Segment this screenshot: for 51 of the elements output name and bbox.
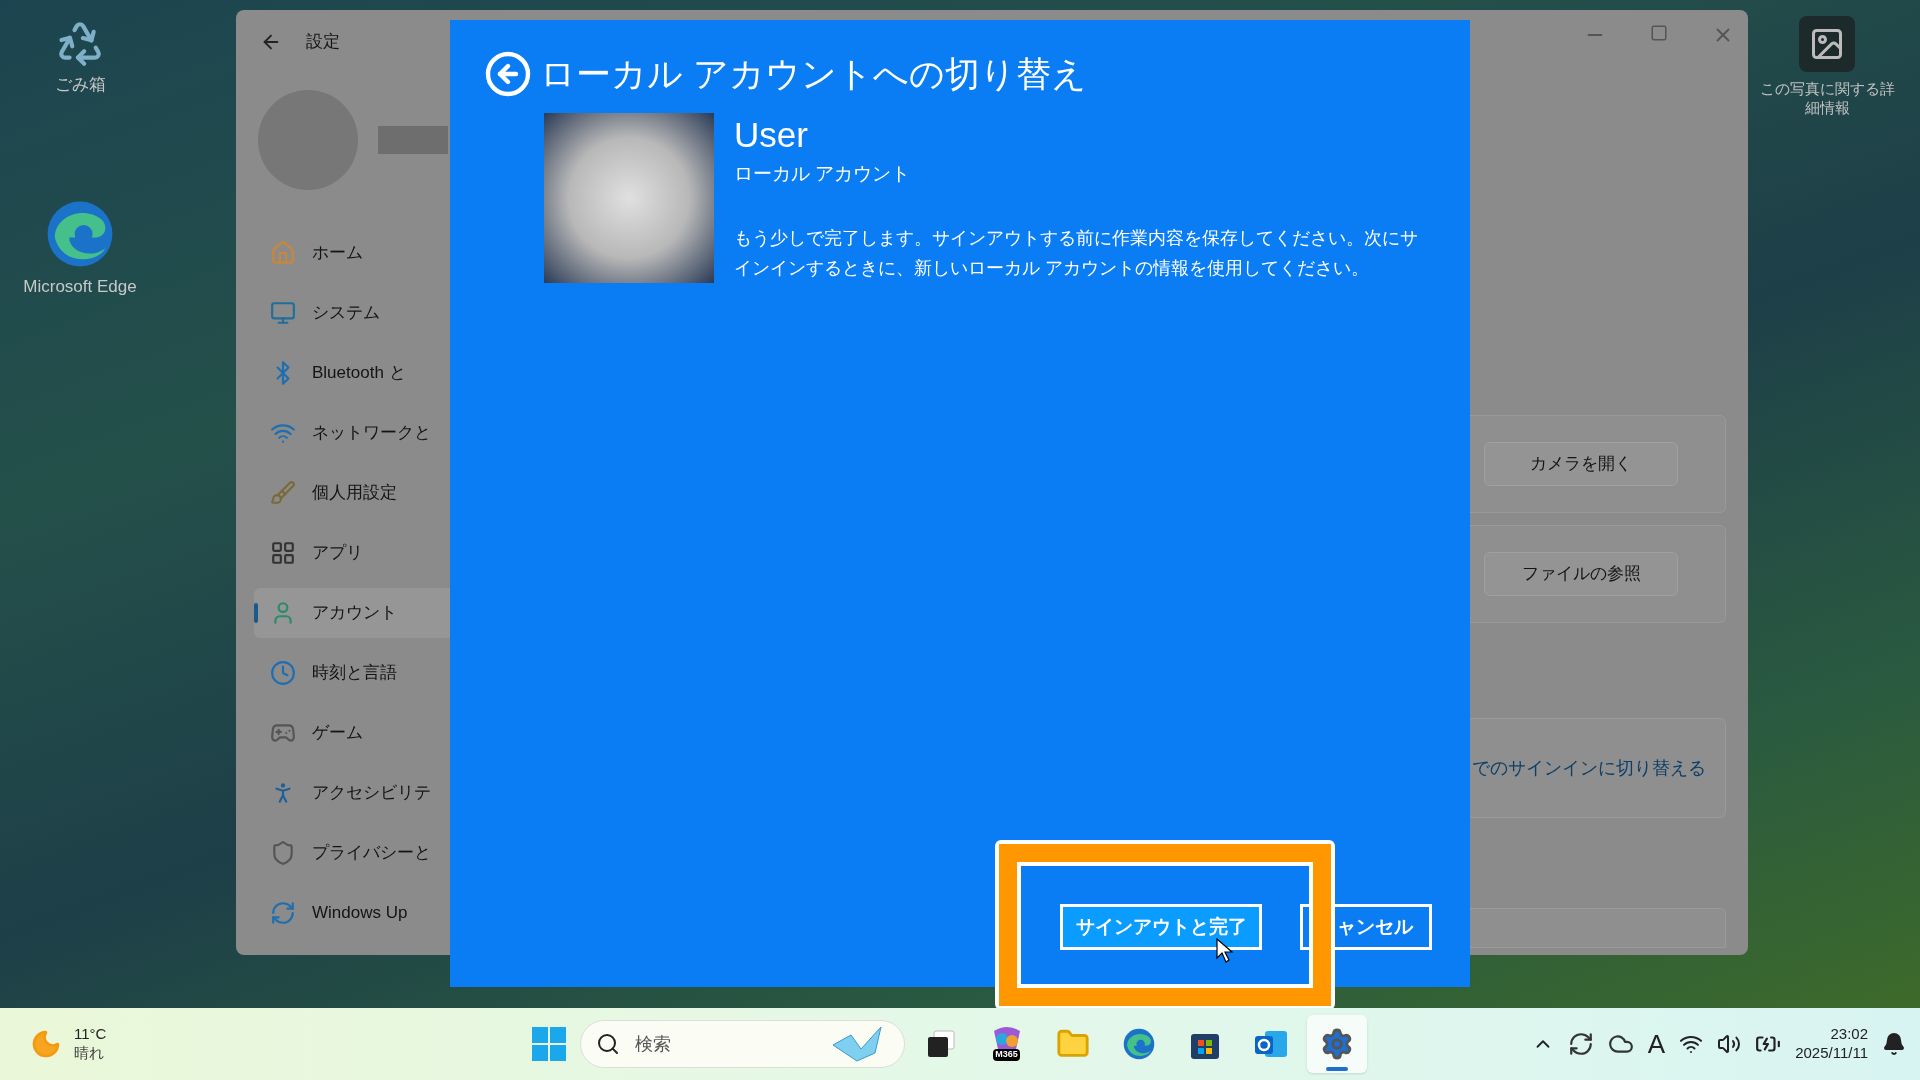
volume-icon[interactable] [1717,1032,1742,1056]
dialog-title: ローカル アカウントへの切り替え [540,53,1087,95]
nav-item[interactable]: 個人用設定 [254,468,450,518]
search-field[interactable]: 検索 [579,1020,905,1068]
clock-icon [270,660,296,686]
home-icon [270,240,296,266]
notification-bell-icon[interactable] [1882,1032,1906,1056]
weather-condition: 晴れ [74,1044,105,1063]
nav-item[interactable]: アカウント [254,588,450,638]
clock-time: 23:02 [1830,1025,1868,1044]
refresh-icon [270,900,296,926]
settings-button[interactable]: ファイルの参照 [1484,552,1678,596]
mouse-cursor-icon [1216,938,1234,964]
photo-info-button[interactable] [1799,16,1855,72]
search-icon [595,1032,620,1056]
nav-item[interactable]: ゲーム [254,708,450,758]
sign-out-finish-button[interactable]: サインアウトと完了 [1060,904,1262,950]
weather-temperature: 11°C [74,1025,107,1044]
monitor-icon [270,300,296,326]
account-type: ローカル アカウント [734,162,912,187]
clock-date: 2025/11/11 [1795,1044,1868,1063]
settings-button[interactable]: カメラを開く [1484,442,1678,486]
desktop-shortcut[interactable]: ごみ箱 [54,18,106,98]
sync-icon[interactable] [1567,1031,1594,1057]
moon-icon [30,1028,62,1060]
taskbar-app-button[interactable] [1306,1015,1367,1073]
shield-icon [270,840,296,866]
window-title: 設定 [306,31,340,54]
nav-item[interactable]: Windows Up [254,888,450,938]
dialog-message: もう少しで完了します。サインアウトする前に作業内容を保存してください。次にサインインするときに、新しいローカル アカウントの情報を使用してください。 [734,226,1419,280]
nav-item[interactable]: Bluetooth と [254,348,450,398]
user-name: User [734,113,809,156]
desktop-shortcut[interactable]: Microsoft Edge [23,197,137,299]
nav-item[interactable]: アクセシビリテ [254,768,450,818]
grid-icon [270,540,296,566]
cancel-button[interactable]: ャンセル [1300,904,1432,950]
nav-item[interactable]: プライバシーと [254,828,450,878]
nav-item[interactable]: ネットワークと [254,408,450,458]
nav-item[interactable]: ホーム [254,228,450,278]
taskbar-app-button[interactable]: M365 [976,1015,1037,1073]
back-icon[interactable] [484,50,532,99]
nav-item[interactable]: システム [254,288,450,338]
nav-item[interactable]: 時刻と言語 [254,648,450,698]
photo-info-label: この写真に関する詳細情報 [1758,80,1896,118]
task-view-icon [925,1029,956,1059]
brush-icon [270,480,296,506]
ime-indicator[interactable]: A [1647,1024,1666,1064]
nav-item[interactable]: アプリ [254,528,450,578]
windows-logo-icon [531,1027,566,1061]
edge-icon [1121,1027,1156,1061]
image-icon [1809,26,1845,62]
